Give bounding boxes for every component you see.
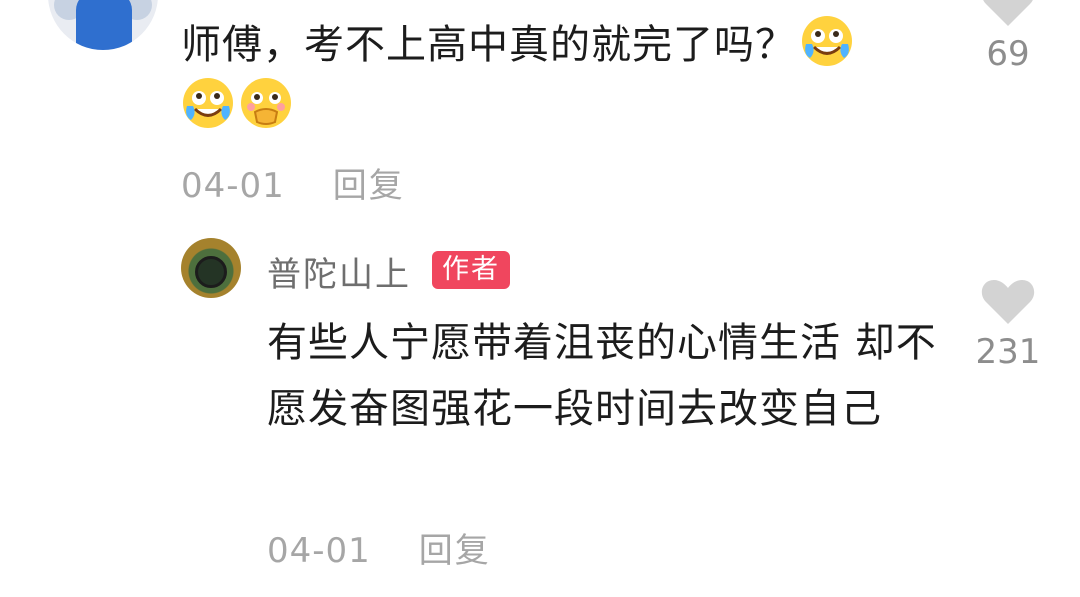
avatar-torso [76,0,132,50]
reply-date: 04-01 [267,531,371,571]
author-badge: 作者 [432,251,510,289]
comment-body: 师傅，考不上高中真的就完了吗？ [181,14,941,138]
reply-comment-text: 有些人宁愿带着沮丧的心情生活 却不愿发奋图强花一段时间去改变自己 [267,320,937,432]
avatar[interactable] [48,0,158,50]
reply-meta: 04-01 回复 [267,523,491,572]
comment-meta: 04-01 回复 [181,158,405,207]
shy-covering-mouth-emoji-icon [239,76,293,130]
reply-button[interactable]: 回复 [419,531,491,571]
like-count: 69 [986,34,1030,74]
comment-text: 师傅，考不上高中真的就完了吗？ [181,22,796,68]
like-button[interactable]: 69 [968,0,1048,74]
heart-icon[interactable] [980,276,1036,326]
reply-button[interactable]: 回复 [333,166,405,206]
heart-icon[interactable] [980,0,1036,28]
crying-laughing-emoji-icon [800,14,854,68]
crying-laughing-emoji-icon [181,76,235,130]
reply-author-name[interactable]: 普陀山上 [267,247,411,296]
reply-avatar[interactable] [181,238,241,298]
comment-date: 04-01 [181,166,285,206]
reply-like-count: 231 [975,332,1041,372]
reply-like-button[interactable]: 231 [968,276,1048,372]
avatar-ring [195,256,227,288]
